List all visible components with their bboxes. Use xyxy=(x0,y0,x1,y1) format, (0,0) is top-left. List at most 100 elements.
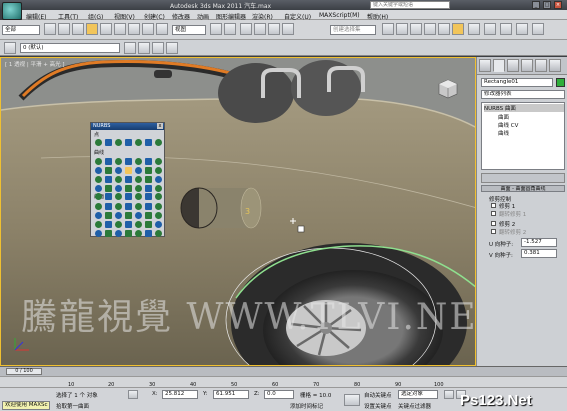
nurbs-tool-icon[interactable] xyxy=(95,158,102,165)
nurbs-tool-icon[interactable] xyxy=(125,203,132,210)
select-layer-icon[interactable] xyxy=(152,42,164,54)
render-setup-icon[interactable] xyxy=(484,23,496,35)
nurbs-tool-icon[interactable] xyxy=(145,203,152,210)
curve-editor-icon[interactable] xyxy=(438,23,450,35)
select-region-icon[interactable] xyxy=(114,23,126,35)
nurbs-tool-icon[interactable] xyxy=(115,176,122,183)
set-key-button[interactable]: 设置关键点 xyxy=(364,402,392,410)
maxscript-listener[interactable]: 欢迎使用 MAXSc xyxy=(2,401,50,410)
nurbs-tool-icon[interactable] xyxy=(145,212,152,219)
nurbs-tool-icon[interactable] xyxy=(145,193,152,200)
nurbs-tool-icon[interactable] xyxy=(125,212,132,219)
nurbs-tool-icon[interactable] xyxy=(105,167,112,174)
nurbs-tool-icon[interactable] xyxy=(115,221,122,228)
auto-key-button[interactable]: 自动关键点 xyxy=(364,391,392,399)
nurbs-tool-icon[interactable] xyxy=(135,158,142,165)
nurbs-tool-icon[interactable] xyxy=(145,158,152,165)
snap-icon[interactable] xyxy=(240,23,252,35)
nurbs-tool-icon[interactable] xyxy=(125,193,132,200)
time-slider[interactable]: 0 / 100 xyxy=(0,366,567,376)
nurbs-tool-icon[interactable] xyxy=(115,158,122,165)
trim2-checkbox[interactable] xyxy=(491,221,496,226)
nurbs-tool-icon[interactable] xyxy=(135,193,142,200)
nurbs-tool-icon[interactable] xyxy=(95,185,102,192)
render-frame-icon[interactable] xyxy=(500,23,512,35)
menu-maxscript[interactable]: MAXScript(M) xyxy=(319,12,360,19)
utilities-tab-icon[interactable] xyxy=(549,59,561,72)
nurbs-tool-icon[interactable] xyxy=(115,185,122,192)
nurbs-tool-icon[interactable] xyxy=(115,203,122,210)
scale-icon[interactable] xyxy=(156,23,168,35)
nurbs-tool-icon[interactable] xyxy=(115,230,122,237)
minimize-button[interactable]: _ xyxy=(532,1,540,9)
nurbs-tool-icon[interactable] xyxy=(135,221,142,228)
key-icon[interactable] xyxy=(344,394,360,406)
link-icon[interactable] xyxy=(72,23,84,35)
create-tab-icon[interactable] xyxy=(479,59,491,72)
nurbs-tool-icon[interactable] xyxy=(145,185,152,192)
nurbs-tool-icon[interactable] xyxy=(155,158,162,165)
hierarchy-tab-icon[interactable] xyxy=(507,59,519,72)
go-to-start-icon[interactable] xyxy=(444,390,454,399)
nurbs-tool-icon[interactable] xyxy=(105,193,112,200)
nurbs-tool-icon[interactable] xyxy=(145,230,152,237)
flip-trim2-checkbox[interactable] xyxy=(491,229,496,234)
close-icon[interactable]: x xyxy=(157,123,163,129)
nurbs-tool-icon[interactable] xyxy=(105,230,112,237)
nurbs-tool-icon[interactable] xyxy=(105,185,112,192)
viewport-label[interactable]: [ 1 透视 | 平滑 + 高光 ] xyxy=(5,60,65,68)
search-input[interactable]: 键入关键字或短语 xyxy=(370,1,450,9)
stack-item-curve-cv[interactable]: 曲线 CV xyxy=(498,121,518,129)
nurbs-tool-icon[interactable] xyxy=(105,176,112,183)
app-logo-icon[interactable] xyxy=(2,2,22,20)
trim1-checkbox[interactable] xyxy=(491,203,496,208)
material-editor-icon[interactable] xyxy=(468,23,480,35)
redo-icon[interactable] xyxy=(58,23,70,35)
rotate-icon[interactable] xyxy=(142,23,154,35)
layer-dropdown[interactable]: 0 (默认) xyxy=(20,43,120,53)
x-coord-input[interactable]: 25.812 xyxy=(162,390,198,399)
nurbs-toolbox[interactable]: NURBS x 点 曲线 曲面 xyxy=(90,122,165,237)
perspective-viewport[interactable]: 3 [ 1 透视 | 平滑 + 高光 ] 騰龍視覺 WWW.TLVI.NET xyxy=(0,57,476,366)
lock-selection-icon[interactable] xyxy=(128,390,138,399)
modify-tab-icon[interactable] xyxy=(493,59,505,72)
nurbs-tool-icon[interactable] xyxy=(105,212,112,219)
nurbs-tool-icon[interactable] xyxy=(95,221,102,228)
object-name-field[interactable]: Rectangle01 xyxy=(481,78,553,87)
nurbs-tool-icon[interactable] xyxy=(105,139,112,146)
angle-snap-icon[interactable] xyxy=(254,23,266,35)
nurbs-tool-icon[interactable] xyxy=(155,212,162,219)
nurbs-tool-icon[interactable] xyxy=(145,139,152,146)
nurbs-tool-icon[interactable] xyxy=(125,176,132,183)
close-button[interactable]: × xyxy=(554,1,562,9)
add-time-tag[interactable]: 添加时间标记 xyxy=(290,402,323,410)
nurbs-tool-icon[interactable] xyxy=(95,203,102,210)
v-seed-input[interactable]: 0.381 xyxy=(521,249,557,258)
move-icon[interactable] xyxy=(128,23,140,35)
nurbs-tool-icon[interactable] xyxy=(95,176,102,183)
nurbs-tool-icon[interactable] xyxy=(145,167,152,174)
maximize-button[interactable]: □ xyxy=(543,1,551,9)
viewcube-icon[interactable] xyxy=(437,78,459,100)
nurbs-tool-icon[interactable] xyxy=(115,167,122,174)
track-bar[interactable]: 10 20 30 40 50 60 70 80 90 100 xyxy=(0,376,567,388)
set-current-layer-icon[interactable] xyxy=(166,42,178,54)
z-coord-input[interactable]: 0.0 xyxy=(264,390,294,399)
nurbs-tool-icon[interactable] xyxy=(95,212,102,219)
nurbs-tool-icon[interactable] xyxy=(95,139,102,146)
nurbs-tool-icon[interactable] xyxy=(95,193,102,200)
nurbs-tool-icon[interactable] xyxy=(155,185,162,192)
selection-filter-dropdown[interactable]: 全部 xyxy=(2,25,40,35)
y-coord-input[interactable]: 61.951 xyxy=(213,390,249,399)
nurbs-tool-icon[interactable] xyxy=(125,158,132,165)
rollout-surface-fillet[interactable]: 曲面 - 曲面圆角曲线 xyxy=(481,185,565,192)
u-seed-input[interactable]: -1.527 xyxy=(521,238,557,247)
nurbs-tool-icon[interactable] xyxy=(155,203,162,210)
modifier-list-dropdown[interactable]: 修改器列表 xyxy=(481,90,565,99)
mirror-icon[interactable] xyxy=(382,23,394,35)
select-icon[interactable] xyxy=(86,23,98,35)
nurbs-tool-icon[interactable] xyxy=(155,193,162,200)
motion-tab-icon[interactable] xyxy=(521,59,533,72)
nurbs-tool-icon[interactable] xyxy=(125,139,132,146)
nurbs-tool-icon[interactable] xyxy=(145,176,152,183)
